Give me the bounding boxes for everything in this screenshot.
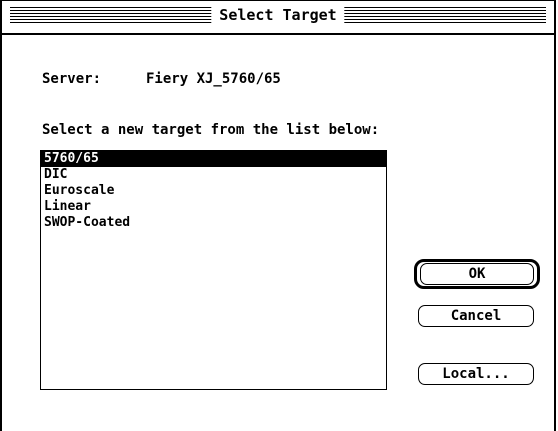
- target-prompt: Select a new target from the list below:: [42, 122, 380, 138]
- target-list[interactable]: 5760/65 DIC Euroscale Linear SWOP-Coated: [40, 150, 387, 390]
- server-value: Fiery XJ_5760/65: [146, 71, 281, 87]
- cancel-button[interactable]: Cancel: [418, 305, 534, 327]
- target-list-item-swop-coated[interactable]: SWOP-Coated: [41, 215, 386, 231]
- target-list-item-euroscale[interactable]: Euroscale: [41, 183, 386, 199]
- server-label: Server:: [42, 71, 102, 87]
- ok-button[interactable]: OK: [420, 263, 534, 285]
- local-button[interactable]: Local...: [418, 363, 534, 385]
- target-list-item-dic[interactable]: DIC: [41, 167, 386, 183]
- select-target-dialog: Select Target Server: Fiery XJ_5760/65 S…: [0, 0, 556, 431]
- title-bar[interactable]: Select Target: [2, 1, 554, 35]
- target-list-item-5760-65[interactable]: 5760/65: [41, 151, 386, 167]
- target-list-item-linear[interactable]: Linear: [41, 199, 386, 215]
- window-title: Select Target: [211, 4, 345, 26]
